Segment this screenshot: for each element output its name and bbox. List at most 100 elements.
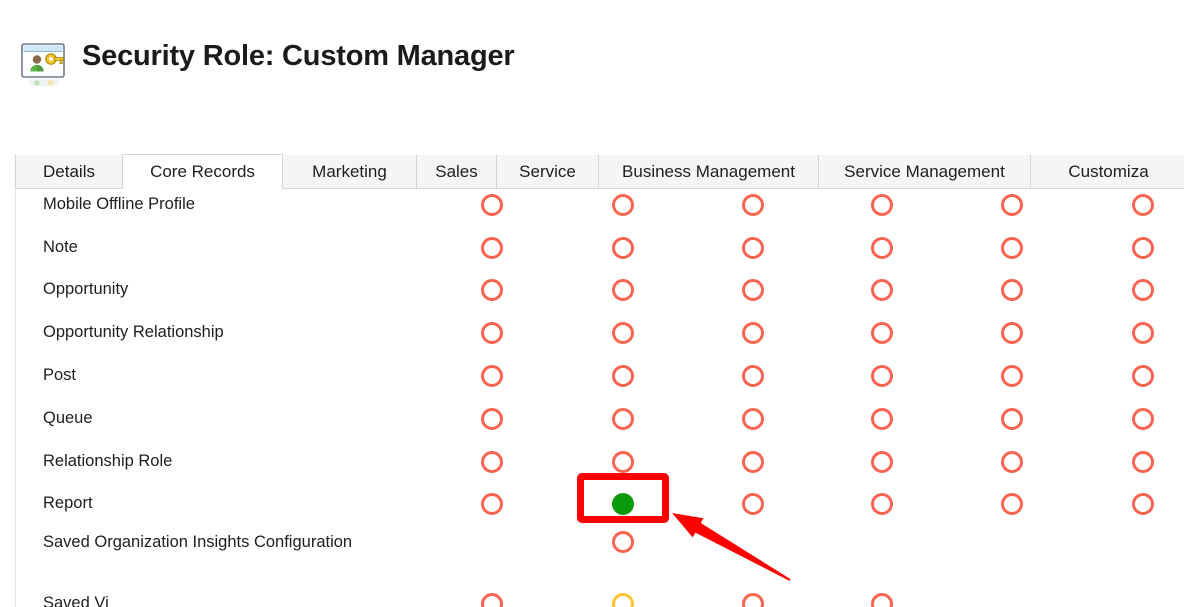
table-row: Opportunity Relationship <box>16 322 1184 365</box>
privilege-level-none-icon <box>871 365 893 387</box>
privilege-level-none-icon <box>1001 279 1023 301</box>
tab-details[interactable]: Details <box>15 154 123 188</box>
privilege-level-none-icon <box>742 279 764 301</box>
privilege-toggle[interactable] <box>738 408 768 438</box>
privilege-toggle[interactable] <box>867 365 897 395</box>
privilege-level-none-icon <box>871 279 893 301</box>
tab-customiza[interactable]: Customiza <box>1031 154 1184 188</box>
privilege-entity-label: Opportunity Relationship <box>43 323 224 341</box>
privilege-toggle[interactable] <box>608 237 638 267</box>
privilege-level-none-icon <box>1001 237 1023 259</box>
privileges-grid[interactable]: Mobile Offline Profile Note Opportunity Opp… <box>15 189 1184 607</box>
privilege-toggle[interactable] <box>477 237 507 267</box>
privilege-toggle[interactable] <box>738 365 768 395</box>
privilege-entity-label: Saved Organization Insights Configuratio… <box>43 533 353 551</box>
privilege-level-none-icon <box>612 408 634 430</box>
table-row: Opportunity <box>16 279 1184 322</box>
privilege-level-none-icon <box>742 237 764 259</box>
privilege-toggle[interactable] <box>997 365 1027 395</box>
privilege-toggle[interactable] <box>997 408 1027 438</box>
privilege-toggle[interactable] <box>867 194 897 224</box>
privilege-toggle[interactable] <box>608 408 638 438</box>
privilege-level-none-icon <box>742 493 764 515</box>
privilege-toggle[interactable] <box>1128 279 1158 309</box>
privilege-level-none-icon <box>871 237 893 259</box>
privilege-level-none-icon <box>1132 237 1154 259</box>
privilege-level-none-icon <box>1132 451 1154 473</box>
table-row: Report <box>16 493 1184 536</box>
privilege-level-none-icon <box>1001 322 1023 344</box>
privilege-level-none-icon <box>612 237 634 259</box>
privilege-toggle[interactable] <box>867 279 897 309</box>
privilege-level-none-icon <box>1001 451 1023 473</box>
table-row: Note <box>16 237 1184 280</box>
privilege-toggle[interactable] <box>477 194 507 224</box>
privilege-toggle[interactable] <box>867 593 897 607</box>
privilege-toggle[interactable] <box>738 194 768 224</box>
privilege-level-none-icon <box>1132 408 1154 430</box>
privilege-toggle[interactable] <box>997 194 1027 224</box>
privilege-toggle[interactable] <box>477 593 507 607</box>
privilege-toggle[interactable] <box>608 531 638 561</box>
tab-label: Marketing <box>312 161 387 181</box>
privilege-toggle[interactable] <box>477 493 507 523</box>
privilege-toggle[interactable] <box>738 322 768 352</box>
privilege-toggle[interactable] <box>1128 408 1158 438</box>
privilege-toggle[interactable] <box>738 593 768 607</box>
privilege-level-none-icon <box>1001 194 1023 216</box>
privilege-toggle[interactable] <box>997 451 1027 481</box>
privilege-toggle[interactable] <box>738 493 768 523</box>
security-role-window-icon <box>21 43 65 87</box>
privilege-toggle[interactable] <box>608 279 638 309</box>
table-row: Queue <box>16 408 1184 451</box>
privilege-toggle[interactable] <box>608 365 638 395</box>
tab-sales[interactable]: Sales <box>417 154 497 188</box>
privilege-entity-label: Queue <box>43 409 93 427</box>
privilege-toggle[interactable] <box>477 365 507 395</box>
privilege-toggle[interactable] <box>867 322 897 352</box>
privilege-toggle[interactable] <box>477 279 507 309</box>
privilege-toggle[interactable] <box>997 279 1027 309</box>
tab-service-management[interactable]: Service Management <box>819 154 1031 188</box>
privilege-level-none-icon <box>612 194 634 216</box>
privilege-level-none-icon <box>612 451 634 473</box>
tab-label: Business Management <box>622 161 795 181</box>
privilege-toggle[interactable] <box>1128 451 1158 481</box>
privilege-toggle[interactable] <box>867 451 897 481</box>
privilege-toggle[interactable] <box>1128 365 1158 395</box>
privilege-toggle[interactable] <box>867 408 897 438</box>
privilege-toggle[interactable] <box>477 408 507 438</box>
tab-core-records[interactable]: Core Records <box>123 154 283 189</box>
privilege-toggle[interactable] <box>608 451 638 481</box>
privilege-toggle[interactable] <box>1128 237 1158 267</box>
privilege-toggle[interactable] <box>738 279 768 309</box>
privilege-level-none-icon <box>871 194 893 216</box>
privilege-toggle[interactable] <box>608 593 638 607</box>
tab-marketing[interactable]: Marketing <box>283 154 417 188</box>
privilege-level-none-icon <box>871 408 893 430</box>
privilege-toggle[interactable] <box>477 451 507 481</box>
privilege-level-none-icon <box>871 493 893 515</box>
privilege-toggle[interactable] <box>867 493 897 523</box>
privilege-toggle[interactable] <box>608 322 638 352</box>
privilege-toggle[interactable] <box>997 237 1027 267</box>
privilege-toggle[interactable] <box>1128 493 1158 523</box>
privilege-toggle[interactable] <box>1128 194 1158 224</box>
privilege-toggle[interactable] <box>738 451 768 481</box>
privilege-toggle[interactable] <box>997 493 1027 523</box>
privilege-level-none-icon <box>481 279 503 301</box>
privilege-toggle[interactable] <box>1128 322 1158 352</box>
privilege-toggle[interactable] <box>477 322 507 352</box>
privilege-level-none-icon <box>1001 408 1023 430</box>
tab-service[interactable]: Service <box>497 154 599 188</box>
privilege-toggle[interactable] <box>738 237 768 267</box>
privilege-toggle[interactable] <box>608 493 638 523</box>
privilege-level-none-icon <box>481 493 503 515</box>
privilege-toggle[interactable] <box>608 194 638 224</box>
table-row: Mobile Offline Profile <box>16 194 1184 237</box>
privilege-toggle[interactable] <box>867 237 897 267</box>
privilege-level-none-icon <box>1132 194 1154 216</box>
privilege-toggle[interactable] <box>997 322 1027 352</box>
tab-business-management[interactable]: Business Management <box>599 154 819 188</box>
table-row: Saved Organization Insights Configuratio… <box>16 531 1184 574</box>
